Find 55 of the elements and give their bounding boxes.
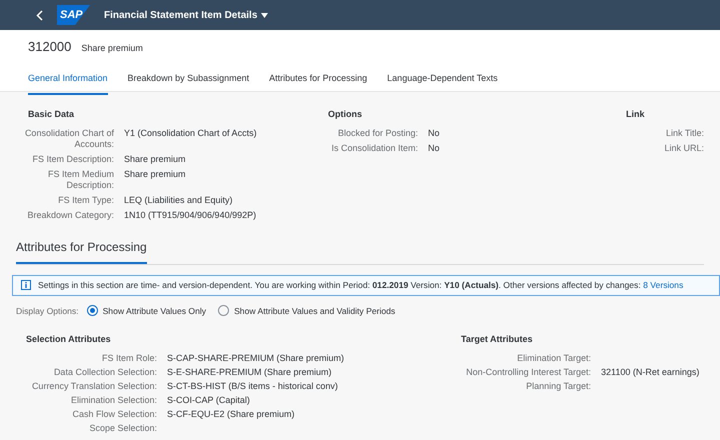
field-value: Share premium xyxy=(124,168,187,181)
versions-link[interactable]: 8 Versions xyxy=(643,280,684,290)
field-label: Is Consolidation Item: xyxy=(330,142,418,154)
info-message: Settings in this section are time- and version-dependent. You are working within Period: 012.2019 Version: Y10 (Actuals). Other versions affected by changes: 8 Versions xyxy=(38,278,684,292)
field-label: FS Item Role: xyxy=(100,352,157,364)
field-value: S-CT-BS-HIST (B/S items - historical conv) xyxy=(167,380,339,392)
object-id: 312000 xyxy=(28,38,72,56)
field-value: 1N10 (TT915/904/906/940/992P) xyxy=(124,210,258,220)
field-label: Elimination Selection: xyxy=(70,394,157,406)
field-label: Link Title: xyxy=(664,128,704,138)
group-title: Basic Data xyxy=(28,108,76,121)
field-label: FS Item Type: xyxy=(57,194,114,206)
object-name: Share premium xyxy=(81,42,143,55)
field-value: No xyxy=(428,142,441,154)
field-label: Link URL: xyxy=(663,142,704,154)
field-label: Consolidation Chart of Accounts: xyxy=(24,128,114,150)
tab[interactable]: Attributes for Processing xyxy=(269,72,368,95)
caret-icon xyxy=(261,12,268,18)
field-value: S-COI-CAP (Capital) xyxy=(167,394,251,406)
group-title: Selection Attributes xyxy=(26,333,112,346)
field-value: Share premium xyxy=(124,154,187,164)
field-label: FS Item Medium Description: xyxy=(46,168,114,190)
field-label: Elimination Target: xyxy=(516,352,591,364)
tab[interactable]: General Information xyxy=(28,72,108,95)
info-icon xyxy=(21,280,31,290)
field-value: S-CAP-SHARE-PREMIUM (Share premium) xyxy=(167,352,346,364)
section-title: Attributes for Processing xyxy=(16,238,147,264)
field-label: Planning Target: xyxy=(525,380,591,392)
display-options-label: Display Options: xyxy=(16,304,79,318)
radio-option[interactable]: Show Attribute Values and Validity Periods xyxy=(218,304,396,318)
field-label: Breakdown Category: xyxy=(26,210,114,220)
field-label: Data Collection Selection: xyxy=(52,366,157,378)
field-value: S-CF-EQU-E2 (Share premium) xyxy=(167,408,296,420)
field-label: Cash Flow Selection: xyxy=(71,408,157,420)
group-title: Link xyxy=(626,108,646,121)
field-value: 321100 (N-Ret earnings) xyxy=(601,366,700,378)
field-label: Scope Selection: xyxy=(88,422,157,434)
tab[interactable]: Language-Dependent Texts xyxy=(387,72,498,95)
field-value: No xyxy=(428,128,441,138)
back-icon[interactable] xyxy=(36,10,43,20)
field-value: LEQ (Liabilities and Equity) xyxy=(124,194,234,206)
group-title: Options xyxy=(328,108,363,121)
tab[interactable]: Breakdown by Subassignment xyxy=(128,72,250,95)
radio-option[interactable]: Show Attribute Values Only xyxy=(86,304,206,318)
field-label: Blocked for Posting: xyxy=(336,128,418,138)
radio-button[interactable] xyxy=(86,305,98,316)
group-title: Target Attributes xyxy=(461,333,534,346)
field-value: S-E-SHARE-PREMIUM (Share premium) xyxy=(167,366,333,378)
field-label: Non-Controlling Interest Target: xyxy=(465,366,591,378)
field-label: Currency Translation Selection: xyxy=(30,380,157,392)
app-title-menu[interactable]: Financial Statement Item Details xyxy=(104,8,268,22)
field-label: FS Item Description: xyxy=(31,154,114,164)
field-value: Y1 (Consolidation Chart of Accts) xyxy=(124,128,258,140)
radio-button[interactable] xyxy=(218,305,230,316)
sap-logo[interactable]: SAP xyxy=(57,5,90,25)
